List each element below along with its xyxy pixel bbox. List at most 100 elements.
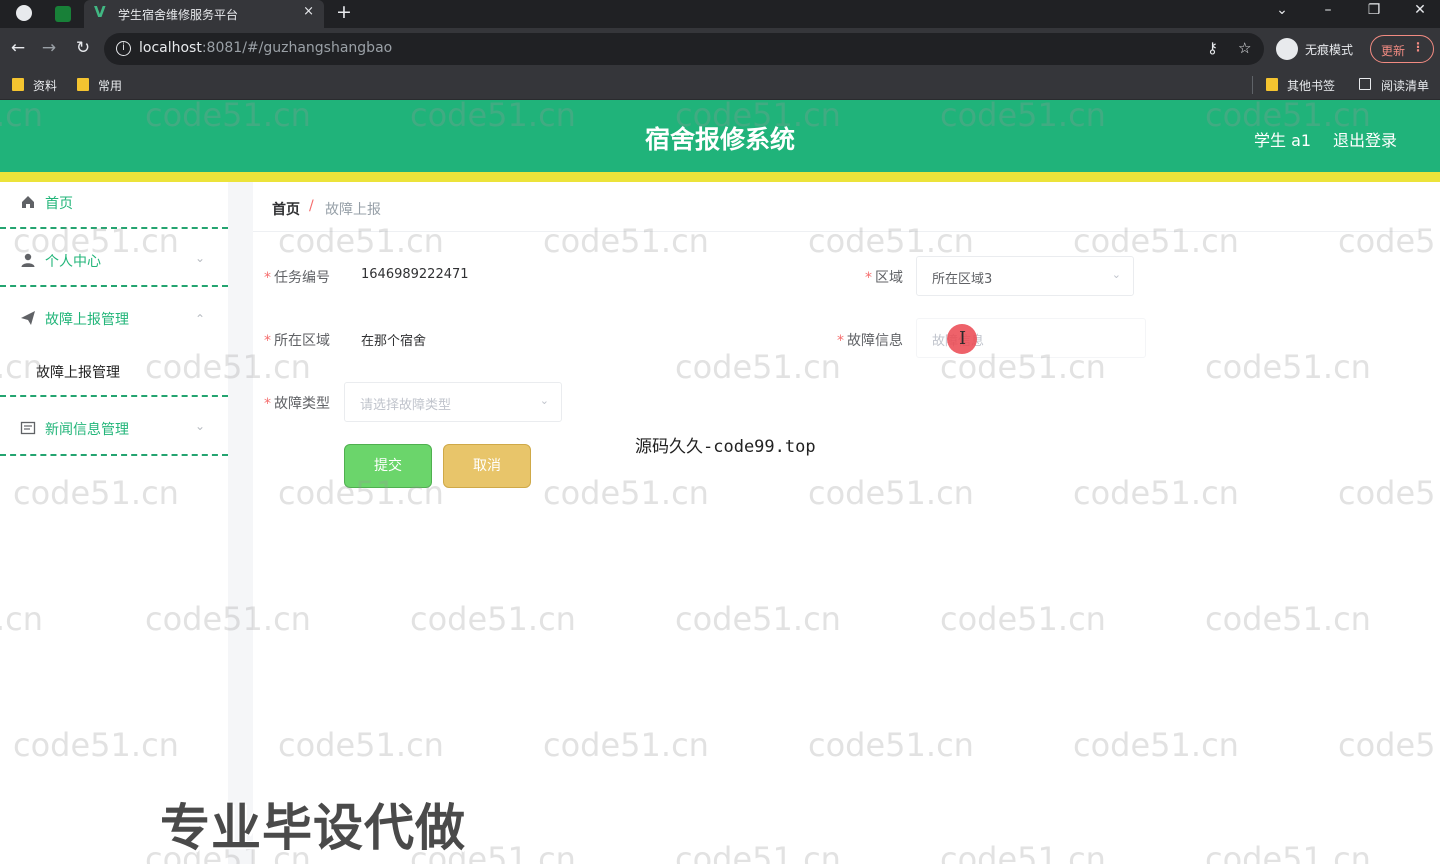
- send-icon: [21, 311, 35, 325]
- tab-close-icon[interactable]: ×: [303, 4, 314, 19]
- close-window-icon[interactable]: ✕: [1410, 2, 1430, 18]
- logout-link[interactable]: 退出登录: [1333, 127, 1397, 151]
- breadcrumb: 首页 / 故障上报: [253, 182, 1420, 232]
- sidebar-item-home[interactable]: 首页: [0, 182, 228, 222]
- breadcrumb-current: 故障上报: [325, 202, 381, 218]
- active-tab[interactable]: V 学生宿舍维修服务平台 ×: [84, 0, 324, 28]
- current-user: 学生 a1: [1254, 131, 1312, 150]
- url-text: localhost:8081/#/guzhangshangbao: [139, 40, 393, 56]
- sidebar-item-label: 新闻信息管理: [45, 422, 129, 438]
- folder-icon: [77, 78, 89, 91]
- watermark: code51.cn: [543, 474, 709, 512]
- other-bookmarks[interactable]: 其他书签: [1287, 77, 1335, 94]
- watermark: code51.cn: [940, 840, 1106, 864]
- watermark: code51.cn: [1205, 840, 1371, 864]
- watermark: code51.cn: [278, 726, 444, 764]
- minimize-icon[interactable]: –: [1318, 2, 1338, 18]
- folder-icon: [12, 78, 24, 91]
- watermark: code5: [1338, 726, 1436, 764]
- sidebar-item-label: 故障上报管理: [45, 312, 129, 328]
- folder-icon: [1266, 78, 1278, 91]
- update-button[interactable]: 更新 ⋮: [1370, 35, 1434, 63]
- bookmark-divider: [1252, 76, 1253, 94]
- cancel-button[interactable]: 取消: [443, 444, 531, 488]
- sidebar-item-personal-center[interactable]: 个人中心 ⌄: [0, 240, 228, 280]
- chevron-down-icon: ⌄: [1111, 268, 1121, 281]
- chevron-down-icon: ⌄: [195, 251, 206, 265]
- pinned-tab-icon[interactable]: [55, 6, 71, 22]
- fault-type-label: * 故障类型: [264, 396, 330, 412]
- key-icon[interactable]: ⚷: [1207, 39, 1218, 57]
- watermark: code51.cn: [808, 726, 974, 764]
- menu-divider: [0, 454, 228, 456]
- bookmark-star-icon[interactable]: ☆: [1238, 39, 1251, 57]
- chevron-down-icon: ⌄: [539, 394, 549, 407]
- home-icon: [22, 196, 34, 208]
- app-header: 宿舍报修系统 学生 a1 退出登录: [0, 100, 1440, 172]
- update-label: 更新: [1381, 44, 1406, 58]
- sidebar: 首页 个人中心 ⌄ 故障上报管理 ⌃ 故障上报管理 新闻信息管理 ⌄: [0, 182, 228, 864]
- browser-logo-icon: [16, 5, 32, 21]
- news-icon: [20, 421, 36, 435]
- watermark: code51.cn: [940, 600, 1106, 638]
- watermark: code51.cn: [675, 840, 841, 864]
- watermark: code51.cn: [410, 600, 576, 638]
- reading-list[interactable]: 阅读清单: [1381, 77, 1429, 94]
- location-label: * 所在区域: [264, 333, 330, 349]
- location-input[interactable]: 在那个宿舍: [345, 318, 825, 358]
- watermark: code51.cn: [1205, 348, 1371, 386]
- app-title: 宿舍报修系统: [644, 125, 795, 154]
- region-select[interactable]: 所在区域3 ⌄: [916, 256, 1134, 296]
- bookmark-ziliao[interactable]: 资料: [33, 77, 57, 94]
- sidebar-item-label: 首页: [45, 196, 73, 212]
- code99-watermark: 源码久久-code99.top: [635, 437, 816, 457]
- watermark: code51.cn: [675, 600, 841, 638]
- task-no-input[interactable]: 1646989222471: [345, 255, 845, 295]
- fault-info-label: * 故障信息: [837, 333, 903, 349]
- reading-list-icon: [1359, 78, 1371, 90]
- watermark: code51.cn: [543, 726, 709, 764]
- watermark: code51.cn: [1073, 474, 1239, 512]
- user-icon: [21, 253, 35, 267]
- content-gutter: [228, 182, 253, 864]
- watermark: code51.cn: [1073, 726, 1239, 764]
- forward-icon[interactable]: →: [38, 38, 60, 58]
- reload-icon[interactable]: ↻: [72, 38, 94, 58]
- promo-watermark: 专业毕设代做: [160, 799, 466, 857]
- vue-favicon-icon: V: [94, 3, 106, 21]
- sidebar-item-label: 个人中心: [45, 254, 101, 270]
- tab-search-icon[interactable]: ⌄: [1272, 2, 1292, 18]
- watermark: code51.cn: [808, 474, 974, 512]
- sidebar-item-news[interactable]: 新闻信息管理 ⌄: [0, 408, 228, 448]
- back-icon[interactable]: ←: [7, 38, 29, 58]
- watermark: code5: [1338, 474, 1436, 512]
- browser-tabbar: V 学生宿舍维修服务平台 × + ⌄ – ❐ ✕: [0, 0, 1440, 28]
- sidebar-item-fault-report[interactable]: 故障上报管理 ⌃: [0, 298, 228, 338]
- menu-divider: [0, 285, 228, 287]
- bookmark-changyong[interactable]: 常用: [98, 77, 122, 94]
- submenu-item-label: 故障上报管理: [36, 365, 120, 381]
- site-info-icon[interactable]: i: [116, 41, 131, 56]
- text-cursor-icon: I: [959, 328, 967, 349]
- watermark: code51.cn: [1205, 600, 1371, 638]
- address-bar[interactable]: i localhost:8081/#/guzhangshangbao ⚷ ☆: [104, 33, 1264, 65]
- submenu-item-fault-report[interactable]: 故障上报管理: [0, 354, 228, 388]
- chevron-up-icon: ⌃: [195, 312, 206, 326]
- menu-divider: [0, 227, 228, 229]
- breadcrumb-home[interactable]: 首页: [272, 199, 300, 219]
- fault-type-select[interactable]: 请选择故障类型 ⌄: [344, 382, 562, 422]
- bookmarks-bar: 资料 常用 其他书签 阅读清单: [0, 70, 1440, 100]
- submit-button[interactable]: 提交: [344, 444, 432, 488]
- menu-divider: [0, 395, 228, 397]
- task-no-label: * 任务编号: [264, 270, 330, 286]
- incognito-icon: [1276, 38, 1298, 60]
- region-label: * 区域: [865, 270, 903, 286]
- breadcrumb-separator: /: [309, 198, 314, 214]
- header-stripe: [0, 172, 1440, 182]
- incognito-label: 无痕模式: [1305, 43, 1354, 57]
- new-tab-icon[interactable]: +: [336, 1, 352, 23]
- restore-icon[interactable]: ❐: [1364, 2, 1384, 18]
- chevron-down-icon: ⌄: [195, 419, 206, 433]
- browser-toolbar: ← → ↻ i localhost:8081/#/guzhangshangbao…: [0, 28, 1440, 70]
- menu-dots-icon: ⋮: [1412, 40, 1424, 54]
